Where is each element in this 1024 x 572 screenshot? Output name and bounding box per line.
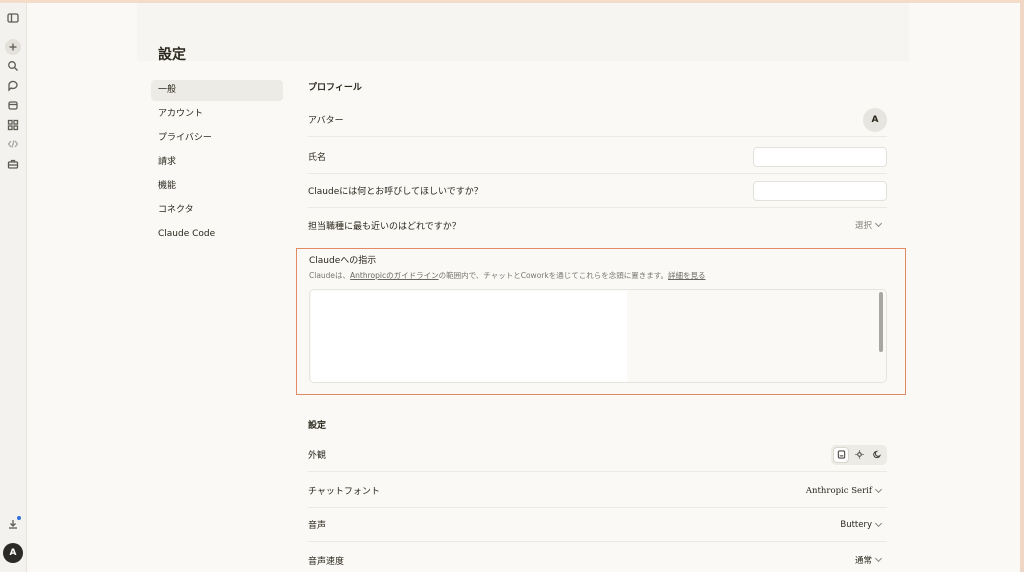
search-icon[interactable] (5, 58, 21, 74)
nickname-label: Claudeには何とお呼びしてほしいですか？ (308, 187, 483, 197)
user-avatar[interactable]: A (3, 543, 23, 563)
title-band (137, 3, 909, 61)
nav-item-connectors[interactable]: コネクタ (151, 200, 283, 221)
learn-more-link[interactable]: 詳細を見る (668, 271, 706, 280)
role-select[interactable]: 選択 (855, 219, 887, 231)
page-title: 設定 (158, 47, 186, 63)
textarea-scrollbar[interactable] (879, 292, 883, 352)
chat-font-row: チャットフォント Anthropic Serif (308, 474, 887, 508)
chat-font-label: チャットフォント (308, 487, 380, 497)
appearance-toggle (831, 444, 887, 465)
voice-row: 音声 Buttery (308, 508, 887, 542)
chevron-down-icon (874, 519, 883, 527)
nav-item-account[interactable]: アカウント (151, 104, 283, 125)
moon-icon (872, 450, 881, 459)
nav-item-claude-code[interactable]: Claude Code (151, 224, 283, 245)
name-label: 氏名 (308, 153, 327, 163)
chat-font-value: Anthropic Serif (805, 485, 872, 496)
voice-select[interactable]: Buttery (840, 519, 887, 530)
voice-speed-row: 音声速度 通常 (308, 543, 887, 572)
appearance-label: 外観 (308, 451, 327, 461)
new-chat-icon[interactable] (5, 39, 21, 55)
instructions-text-content (311, 291, 627, 382)
instructions-title: Claudeへの指示 (309, 256, 377, 266)
briefcase-icon[interactable] (5, 156, 21, 172)
nickname-row: Claudeには何とお呼びしてほしいですか？ (308, 174, 887, 208)
appearance-row: 外観 (308, 438, 887, 472)
dark-theme-option[interactable] (869, 447, 885, 463)
guidelines-link[interactable]: Anthropicのガイドライン (350, 271, 439, 280)
voice-speed-select[interactable]: 通常 (855, 554, 887, 566)
avatar-row: アバター A (308, 103, 887, 137)
monitor-icon (837, 450, 845, 459)
sun-icon (854, 450, 864, 459)
role-row: 担当職種に最も近いのはどれですか？ 選択 (308, 208, 887, 242)
notification-dot (17, 516, 21, 520)
chevron-down-icon (874, 485, 883, 493)
nickname-input[interactable] (753, 180, 887, 201)
voice-speed-label: 音声速度 (308, 556, 345, 567)
instructions-textarea[interactable] (309, 289, 887, 383)
role-label: 担当職種に最も近いのはどれですか？ (308, 221, 461, 232)
light-theme-option[interactable] (851, 447, 867, 463)
name-row: 氏名 (308, 140, 887, 174)
nav-item-general[interactable]: 一般 (151, 80, 283, 101)
code-icon[interactable] (5, 136, 21, 152)
voice-speed-value: 通常 (854, 556, 872, 566)
voice-value: Buttery (840, 519, 872, 530)
download-icon[interactable] (5, 516, 21, 532)
sidebar-toggle-icon[interactable] (5, 10, 21, 26)
instructions-desc-prefix: Claudeは、 (309, 271, 351, 280)
name-input[interactable] (753, 146, 887, 167)
voice-label: 音声 (308, 521, 327, 531)
nav-item-privacy[interactable]: プライバシー (151, 128, 283, 149)
chats-icon[interactable] (5, 78, 21, 94)
avatar-label: アバター (308, 116, 344, 126)
window-right-border (1020, 0, 1024, 572)
nav-item-billing[interactable]: 請求 (151, 152, 283, 173)
left-rail: A (0, 3, 27, 572)
nav-item-features[interactable]: 機能 (151, 176, 283, 197)
artifacts-icon[interactable] (5, 117, 21, 133)
settings-section-title: 設定 (308, 421, 327, 431)
chevron-down-icon (874, 219, 883, 228)
instructions-section: Claudeへの指示 Claudeは、Anthropicのガイドラインの範囲内で… (296, 248, 906, 395)
projects-icon[interactable] (5, 97, 21, 113)
profile-section-title: プロフィール (308, 83, 362, 93)
chat-font-select[interactable]: Anthropic Serif (805, 485, 887, 496)
instructions-description: Claudeは、Anthropicのガイドラインの範囲内で、チャットとCowor… (309, 270, 705, 281)
instructions-desc-middle: の範囲内で、チャットとCoworkを通じてこれらを念頭に置きます。 (438, 271, 668, 280)
system-theme-option[interactable] (833, 446, 849, 463)
chevron-down-icon (874, 554, 883, 563)
profile-avatar[interactable]: A (863, 107, 887, 132)
settings-nav: 一般 アカウント プライバシー 請求 機能 コネクタ Claude Code (151, 80, 283, 248)
role-select-value: 選択 (854, 221, 872, 231)
settings-main: 設定 一般 アカウント プライバシー 請求 機能 コネクタ Claude Cod… (27, 3, 1020, 572)
